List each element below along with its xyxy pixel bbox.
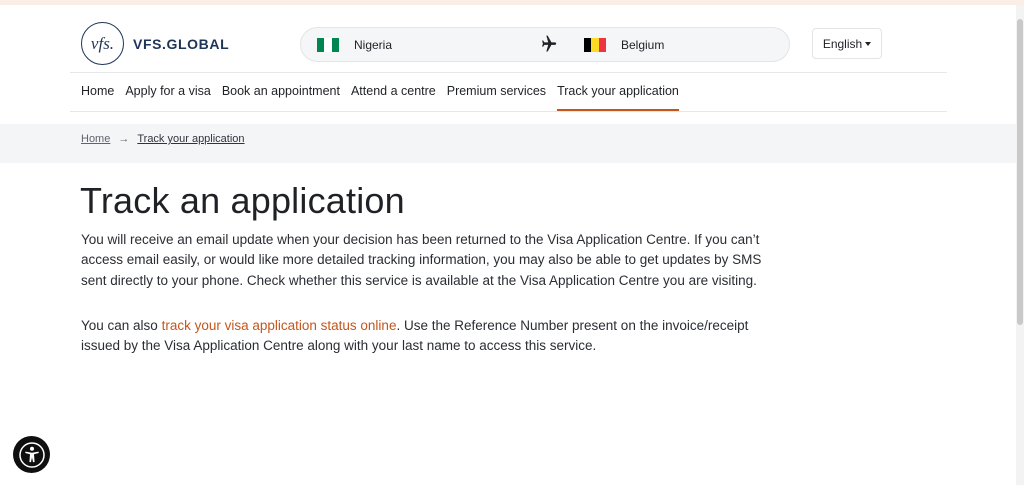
belgium-flag-icon	[584, 38, 606, 52]
page-scrollbar[interactable]	[1016, 5, 1024, 485]
arrow-right-icon: →	[118, 133, 130, 145]
vfs-logo[interactable]: vfs. VFS.GLOBAL	[81, 22, 229, 65]
from-country[interactable]: Nigeria	[354, 38, 392, 52]
logo-mark: vfs.	[81, 22, 124, 65]
online-tracking-paragraph: You can also track your visa application…	[81, 316, 771, 357]
main-nav: Home Apply for a visa Book an appointmen…	[81, 84, 690, 111]
page-title: Track an application	[80, 180, 405, 221]
accessibility-icon	[18, 441, 45, 468]
nav-item-premium-services[interactable]: Premium services	[447, 84, 546, 111]
nav-divider-bottom	[70, 111, 947, 112]
logo-text: VFS.GLOBAL	[133, 35, 230, 52]
track-online-link[interactable]: track your visa application status onlin…	[162, 318, 397, 333]
nav-item-attend-a-centre[interactable]: Attend a centre	[351, 84, 436, 111]
route-selector[interactable]: Nigeria Belgium	[300, 27, 790, 62]
nav-item-home[interactable]: Home	[81, 84, 114, 111]
nav-item-apply-for-a-visa[interactable]: Apply for a visa	[125, 84, 210, 111]
nav-item-book-an-appointment[interactable]: Book an appointment	[222, 84, 340, 111]
to-country[interactable]: Belgium	[621, 38, 664, 52]
accessibility-button[interactable]	[13, 436, 50, 473]
top-accent-bar	[0, 0, 1024, 5]
language-dropdown[interactable]: English	[812, 28, 882, 59]
paragraph-prefix: You can also	[81, 318, 162, 333]
nav-divider-top	[70, 72, 947, 73]
nigeria-flag-icon	[317, 38, 339, 52]
breadcrumb-current[interactable]: Track your application	[137, 133, 244, 145]
chevron-down-icon	[865, 41, 872, 46]
breadcrumb-home-link[interactable]: Home	[81, 133, 110, 145]
plane-icon	[542, 35, 557, 52]
nav-item-track-your-application[interactable]: Track your application	[557, 84, 679, 111]
breadcrumb: Home → Track your application	[81, 133, 245, 145]
language-label: English	[822, 36, 863, 51]
scrollbar-thumb[interactable]	[1017, 19, 1023, 325]
intro-paragraph: You will receive an email update when yo…	[81, 232, 762, 288]
